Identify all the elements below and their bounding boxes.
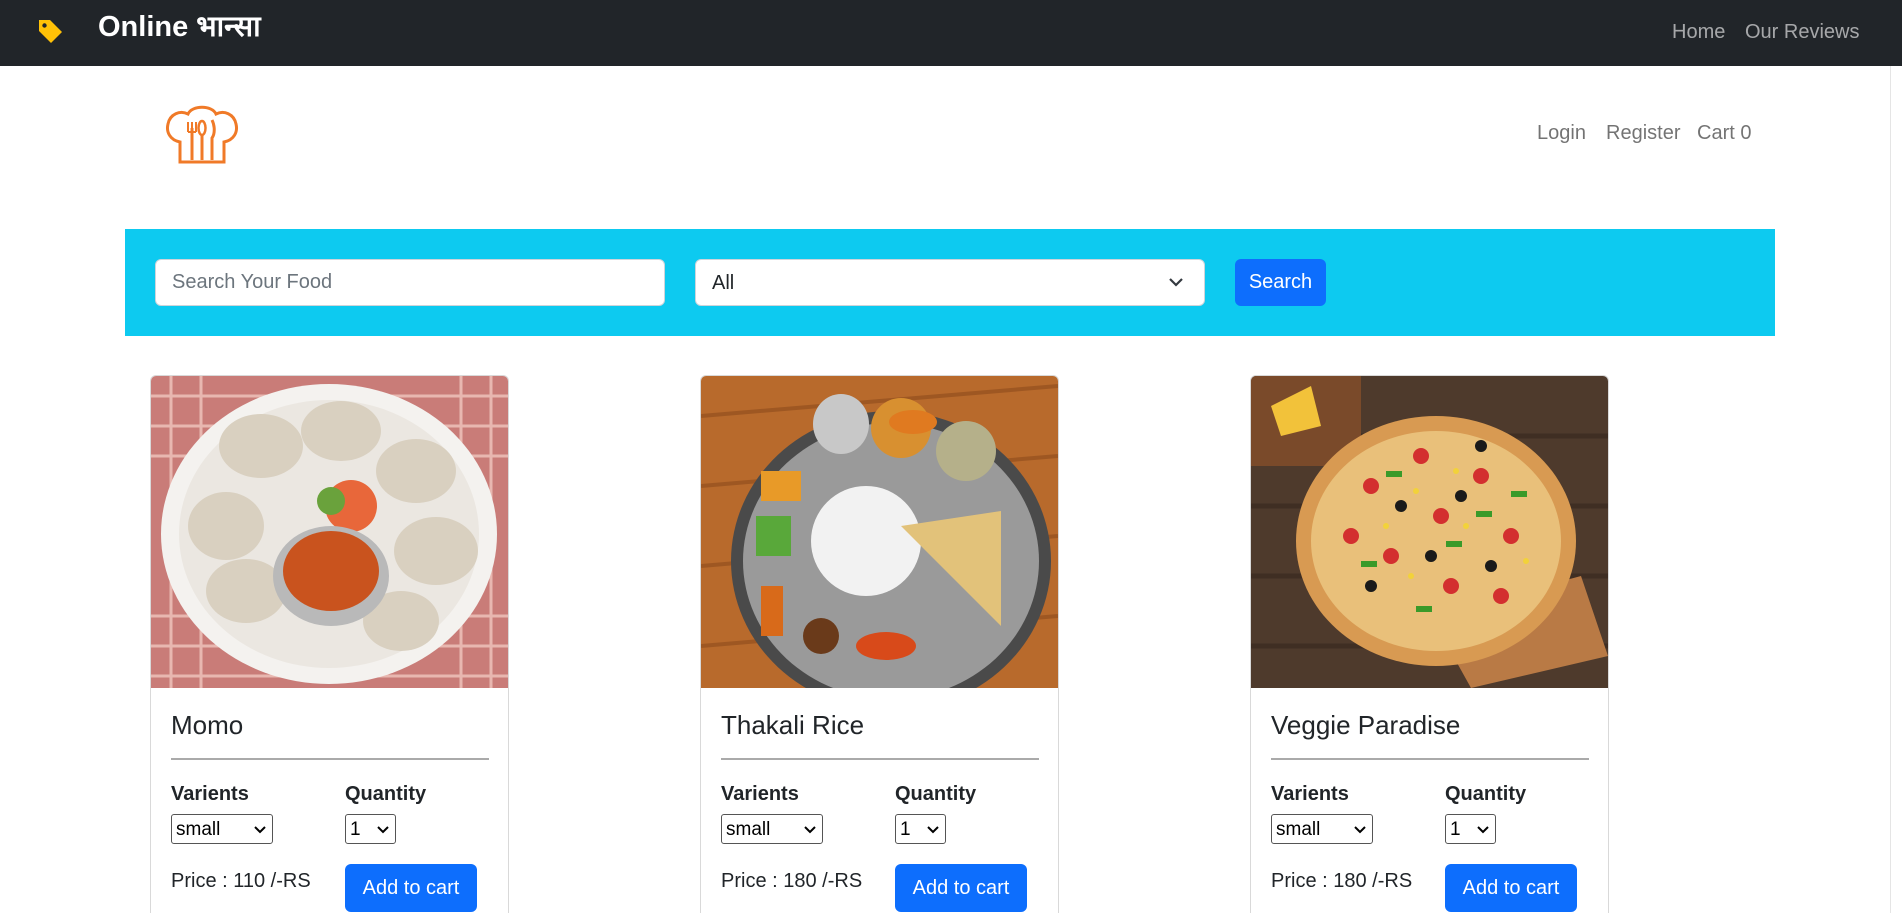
divider xyxy=(721,758,1039,760)
product-card-veggie-paradise: Veggie Paradise Varients Quantity small … xyxy=(1250,375,1609,913)
thakali-rice-image xyxy=(701,376,1058,688)
chevron-down-icon xyxy=(377,826,389,834)
chevron-down-icon xyxy=(1477,826,1489,834)
product-name: Veggie Paradise xyxy=(1271,710,1461,740)
chevron-down-icon xyxy=(804,826,816,834)
variants-label: Varients xyxy=(721,783,799,805)
variant-select[interactable]: small xyxy=(1271,814,1373,844)
quantity-label: Quantity xyxy=(1445,783,1527,805)
product-price: Price : 110 /-RS xyxy=(171,870,311,892)
variants-label: Varients xyxy=(171,783,249,805)
add-to-cart-button[interactable]: Add to cart xyxy=(895,864,1027,912)
search-button[interactable]: Search xyxy=(1235,259,1326,306)
divider xyxy=(1271,758,1589,760)
variant-select[interactable]: small xyxy=(721,814,823,844)
top-navbar: Online भान्सा Home Our Reviews xyxy=(0,0,1902,66)
product-card-thakali-rice: Thakali Rice Varients Quantity small 1 P… xyxy=(700,375,1059,913)
category-select[interactable]: All xyxy=(695,259,1205,306)
tag-icon xyxy=(39,20,62,43)
quantity-select[interactable]: 1 xyxy=(895,814,946,844)
quantity-label: Quantity xyxy=(345,783,427,805)
product-name: Momo xyxy=(171,710,244,740)
product-price: Price : 180 /-RS xyxy=(1271,870,1413,892)
login-link[interactable]: Login xyxy=(1537,121,1586,145)
chevron-down-icon xyxy=(927,826,939,834)
quantity-label: Quantity xyxy=(895,783,977,805)
chef-hat-utensils-icon[interactable] xyxy=(164,102,240,164)
add-to-cart-button[interactable]: Add to cart xyxy=(345,864,477,912)
variant-select-value: small xyxy=(176,819,221,840)
vertical-scrollbar[interactable] xyxy=(1890,66,1902,913)
product-price: Price : 180 /-RS xyxy=(721,870,863,892)
veggie-paradise-image xyxy=(1251,376,1608,688)
cart-link[interactable]: Cart 0 xyxy=(1697,121,1751,145)
quantity-select-value: 1 xyxy=(350,819,361,840)
category-select-value: All xyxy=(712,272,735,294)
search-input[interactable] xyxy=(155,259,665,306)
nav-home-link[interactable]: Home xyxy=(1672,20,1725,44)
variant-select-value: small xyxy=(726,819,771,840)
divider xyxy=(171,758,489,760)
quantity-select[interactable]: 1 xyxy=(1445,814,1496,844)
momo-image xyxy=(151,376,508,688)
variant-select[interactable]: small xyxy=(171,814,273,844)
register-link[interactable]: Register xyxy=(1606,121,1680,145)
brand-title[interactable]: Online भान्सा xyxy=(98,10,261,44)
variants-label: Varients xyxy=(1271,783,1349,805)
variant-select-value: small xyxy=(1276,819,1321,840)
product-card-momo: Momo Varients Quantity small 1 Price : 1… xyxy=(150,375,509,913)
chevron-down-icon xyxy=(1354,826,1366,834)
chevron-down-icon xyxy=(254,826,266,834)
quantity-select-value: 1 xyxy=(1450,819,1461,840)
add-to-cart-button[interactable]: Add to cart xyxy=(1445,864,1577,912)
quantity-select[interactable]: 1 xyxy=(345,814,396,844)
nav-our-reviews-link[interactable]: Our Reviews xyxy=(1745,20,1859,44)
product-name: Thakali Rice xyxy=(721,710,865,740)
quantity-select-value: 1 xyxy=(900,819,911,840)
chevron-down-icon xyxy=(1169,278,1183,287)
